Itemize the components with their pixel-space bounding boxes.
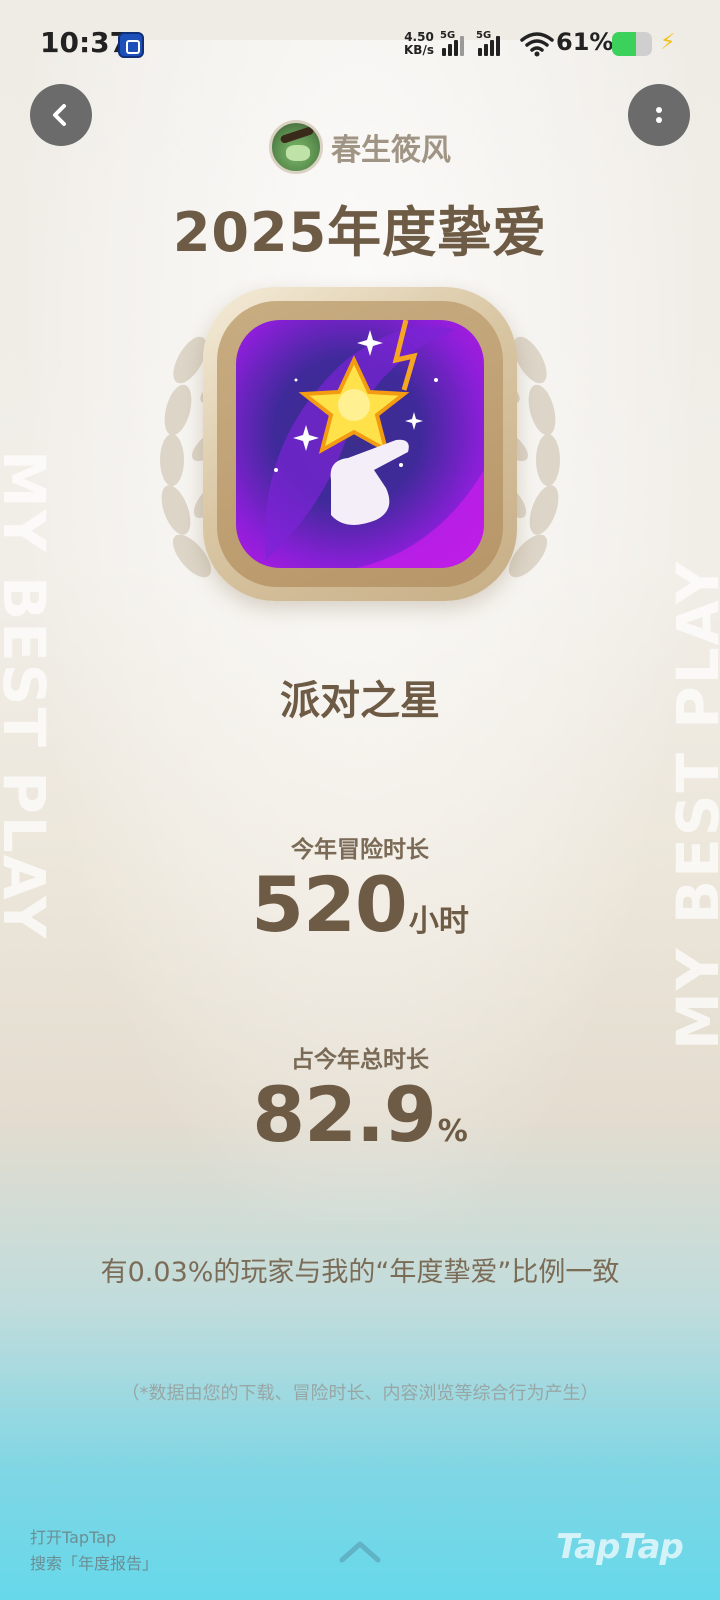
search-hint: 打开TapTap 搜索「年度报告」 [30, 1525, 158, 1577]
game-artwork [265, 320, 484, 568]
side-watermark-right: MY BEST PLAY [664, 559, 720, 1050]
share-of-time-label: 占今年总时长 [291, 1047, 429, 1073]
taptap-logo: TapTap [556, 1527, 684, 1567]
side-watermark-left: MY BEST PLAY [0, 450, 58, 941]
adventure-time-number: 520 [251, 860, 408, 949]
sim1-signal-icon: 5G [440, 30, 472, 58]
sim2-signal-icon: 5G [476, 30, 508, 58]
search-hint-line1: 打开TapTap [30, 1528, 117, 1547]
status-time: 10:37 [40, 26, 130, 59]
adventure-time-unit: 小时 [408, 904, 469, 939]
user-info: 春生筱风 [0, 120, 720, 174]
compare-text: 有0.03%的玩家与我的“年度挚爱”比例一致 [100, 1257, 620, 1288]
sim2-label: 5G [476, 30, 492, 41]
adventure-time-label: 今年冒险时长 [291, 837, 429, 863]
sim1-label: 5G [440, 30, 456, 41]
battery-percent: 61% [556, 28, 614, 56]
app-notification-icon [118, 32, 144, 58]
adventure-time-value: 520 小时 [0, 860, 720, 949]
battery-fill [612, 32, 637, 56]
party-star-game-icon[interactable] [236, 320, 484, 568]
data-footnote: （*数据由您的下载、冒险时长、内容浏览等综合行为产生） [121, 1383, 599, 1404]
game-name: 派对之星 [280, 678, 440, 724]
status-bar: 10:37 4.50 KB/s 5G 5G 61% ⚡ [0, 0, 720, 88]
avatar[interactable] [269, 120, 323, 174]
username: 春生筱风 [331, 133, 451, 168]
charging-bolt-icon: ⚡ [660, 30, 676, 55]
battery-icon [612, 32, 652, 56]
share-of-time-value: 82.9 % [0, 1070, 720, 1159]
network-speed-unit: KB/s [404, 43, 434, 57]
share-of-time-unit: % [437, 1114, 468, 1149]
share-of-time-number: 82.9 [252, 1070, 437, 1159]
search-hint-line2: 搜索「年度报告」 [30, 1554, 159, 1573]
wifi-icon [520, 32, 554, 57]
network-speed: 4.50 KB/s [404, 31, 434, 57]
page-title: 2025年度挚爱 [172, 201, 548, 264]
chevron-up-icon[interactable] [336, 1536, 384, 1566]
